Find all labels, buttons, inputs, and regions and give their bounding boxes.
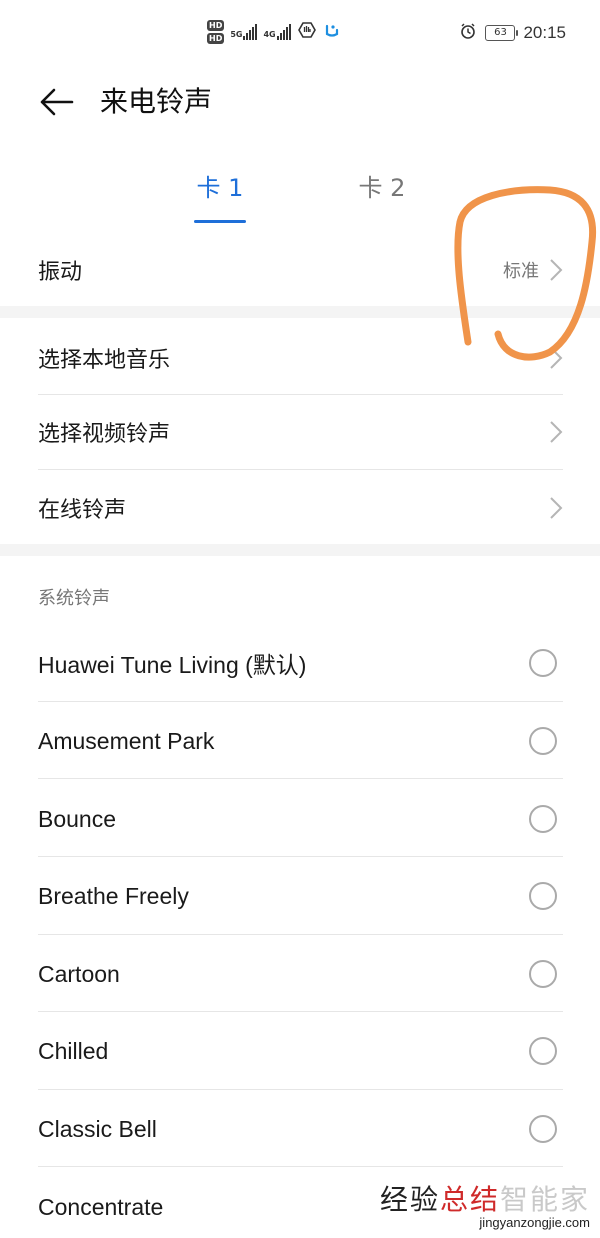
divider [38,1011,563,1012]
section-gap [0,306,600,318]
divider [38,856,563,857]
radio-button[interactable] [529,1115,557,1143]
local-music-row[interactable]: 选择本地音乐 [38,326,563,390]
ringtone-item[interactable]: Classic Bell [38,1098,563,1160]
ringtone-label: Amusement Park [38,727,215,754]
arrow-left-icon [40,88,74,116]
divider [38,1089,563,1090]
watermark: 经验总结智能家 jingyanzongjie.com [380,1186,590,1230]
vibration-value: 标准 [503,261,539,282]
page-title: 来电铃声 [100,85,213,118]
ringtone-item[interactable]: Bounce [38,788,563,850]
video-ringtone-label: 选择视频铃声 [38,422,171,447]
ringtone-item[interactable]: Amusement Park [38,710,563,772]
signal-2-icon: 4G [263,24,291,40]
radio-button[interactable] [529,727,557,755]
divider [38,934,563,935]
radio-button[interactable] [529,649,557,677]
local-music-label: 选择本地音乐 [38,348,171,373]
ringtone-label: Bounce [38,805,117,832]
hd-badges: HD HD [207,20,225,44]
section-title-system-ringtones: 系统铃声 [38,588,110,609]
ringtone-item[interactable]: Huawei Tune Living (默认) [38,632,563,694]
vibration-label: 振动 [38,260,83,285]
divider [38,394,563,395]
chevron-right-icon [550,497,563,519]
status-bar: HD HD 5G 4G 63 20:15 [0,0,600,70]
watermark-url: jingyanzongjie.com [479,1215,590,1230]
app-notification-icon [323,21,341,43]
online-ringtone-row[interactable]: 在线铃声 [38,476,563,540]
tab-sim-1-label: 卡 1 [196,174,244,202]
alarm-icon [459,22,477,44]
status-right: 63 20:15 [459,22,566,44]
radio-button[interactable] [529,1037,557,1065]
divider [38,469,563,470]
hd-badge-1: HD [207,20,225,31]
ringtone-label: Cartoon [38,960,120,987]
chevron-right-icon [550,259,563,281]
online-ringtone-label: 在线铃声 [38,498,127,523]
radio-button[interactable] [529,882,557,910]
watermark-text-faint: 智能家 [499,1183,590,1216]
radio-button[interactable] [529,805,557,833]
app-header: 来电铃声 [0,70,600,134]
tab-sim-2[interactable]: 卡 2 [322,170,442,206]
tab-sim-2-label: 卡 2 [358,174,406,202]
ringtone-label: Chilled [38,1037,109,1064]
vibration-row[interactable]: 振动 标准 [38,240,563,300]
ringtone-label: Concentrate [38,1193,164,1220]
hand-app-icon [297,20,317,44]
watermark-text-a: 经验 [379,1183,440,1216]
ringtone-item[interactable]: Cartoon [38,943,563,1005]
chevron-right-icon [550,347,563,369]
chevron-right-icon [550,421,563,443]
radio-button[interactable] [529,960,557,988]
ringtone-label: Huawei Tune Living (默认) [38,652,307,678]
clock: 20:15 [523,23,566,42]
divider [38,701,563,702]
signal-1-icon: 5G [230,24,258,40]
tab-indicator [194,220,246,223]
status-icons: HD HD 5G 4G [207,20,341,44]
network-type-1: 5G [230,30,243,39]
tab-sim-1[interactable]: 卡 1 [160,170,280,223]
divider [38,1166,563,1167]
ringtone-item[interactable]: Chilled [38,1020,563,1082]
battery-icon: 63 [485,25,519,41]
divider [38,778,563,779]
sim-tabs: 卡 1 卡 2 [0,160,600,223]
network-type-2: 4G [263,30,276,39]
ringtone-item[interactable]: Breathe Freely [38,865,563,927]
video-ringtone-row[interactable]: 选择视频铃声 [38,400,563,464]
ringtone-label: Breathe Freely [38,882,189,909]
watermark-text-b: 总结 [439,1183,500,1216]
back-button[interactable] [36,82,76,122]
section-gap [0,544,600,556]
hd-badge-2: HD [207,33,225,44]
ringtone-label: Classic Bell [38,1115,157,1142]
vibration-right: 标准 [503,257,563,283]
watermark-logo: 经验总结智能家 [380,1186,590,1214]
